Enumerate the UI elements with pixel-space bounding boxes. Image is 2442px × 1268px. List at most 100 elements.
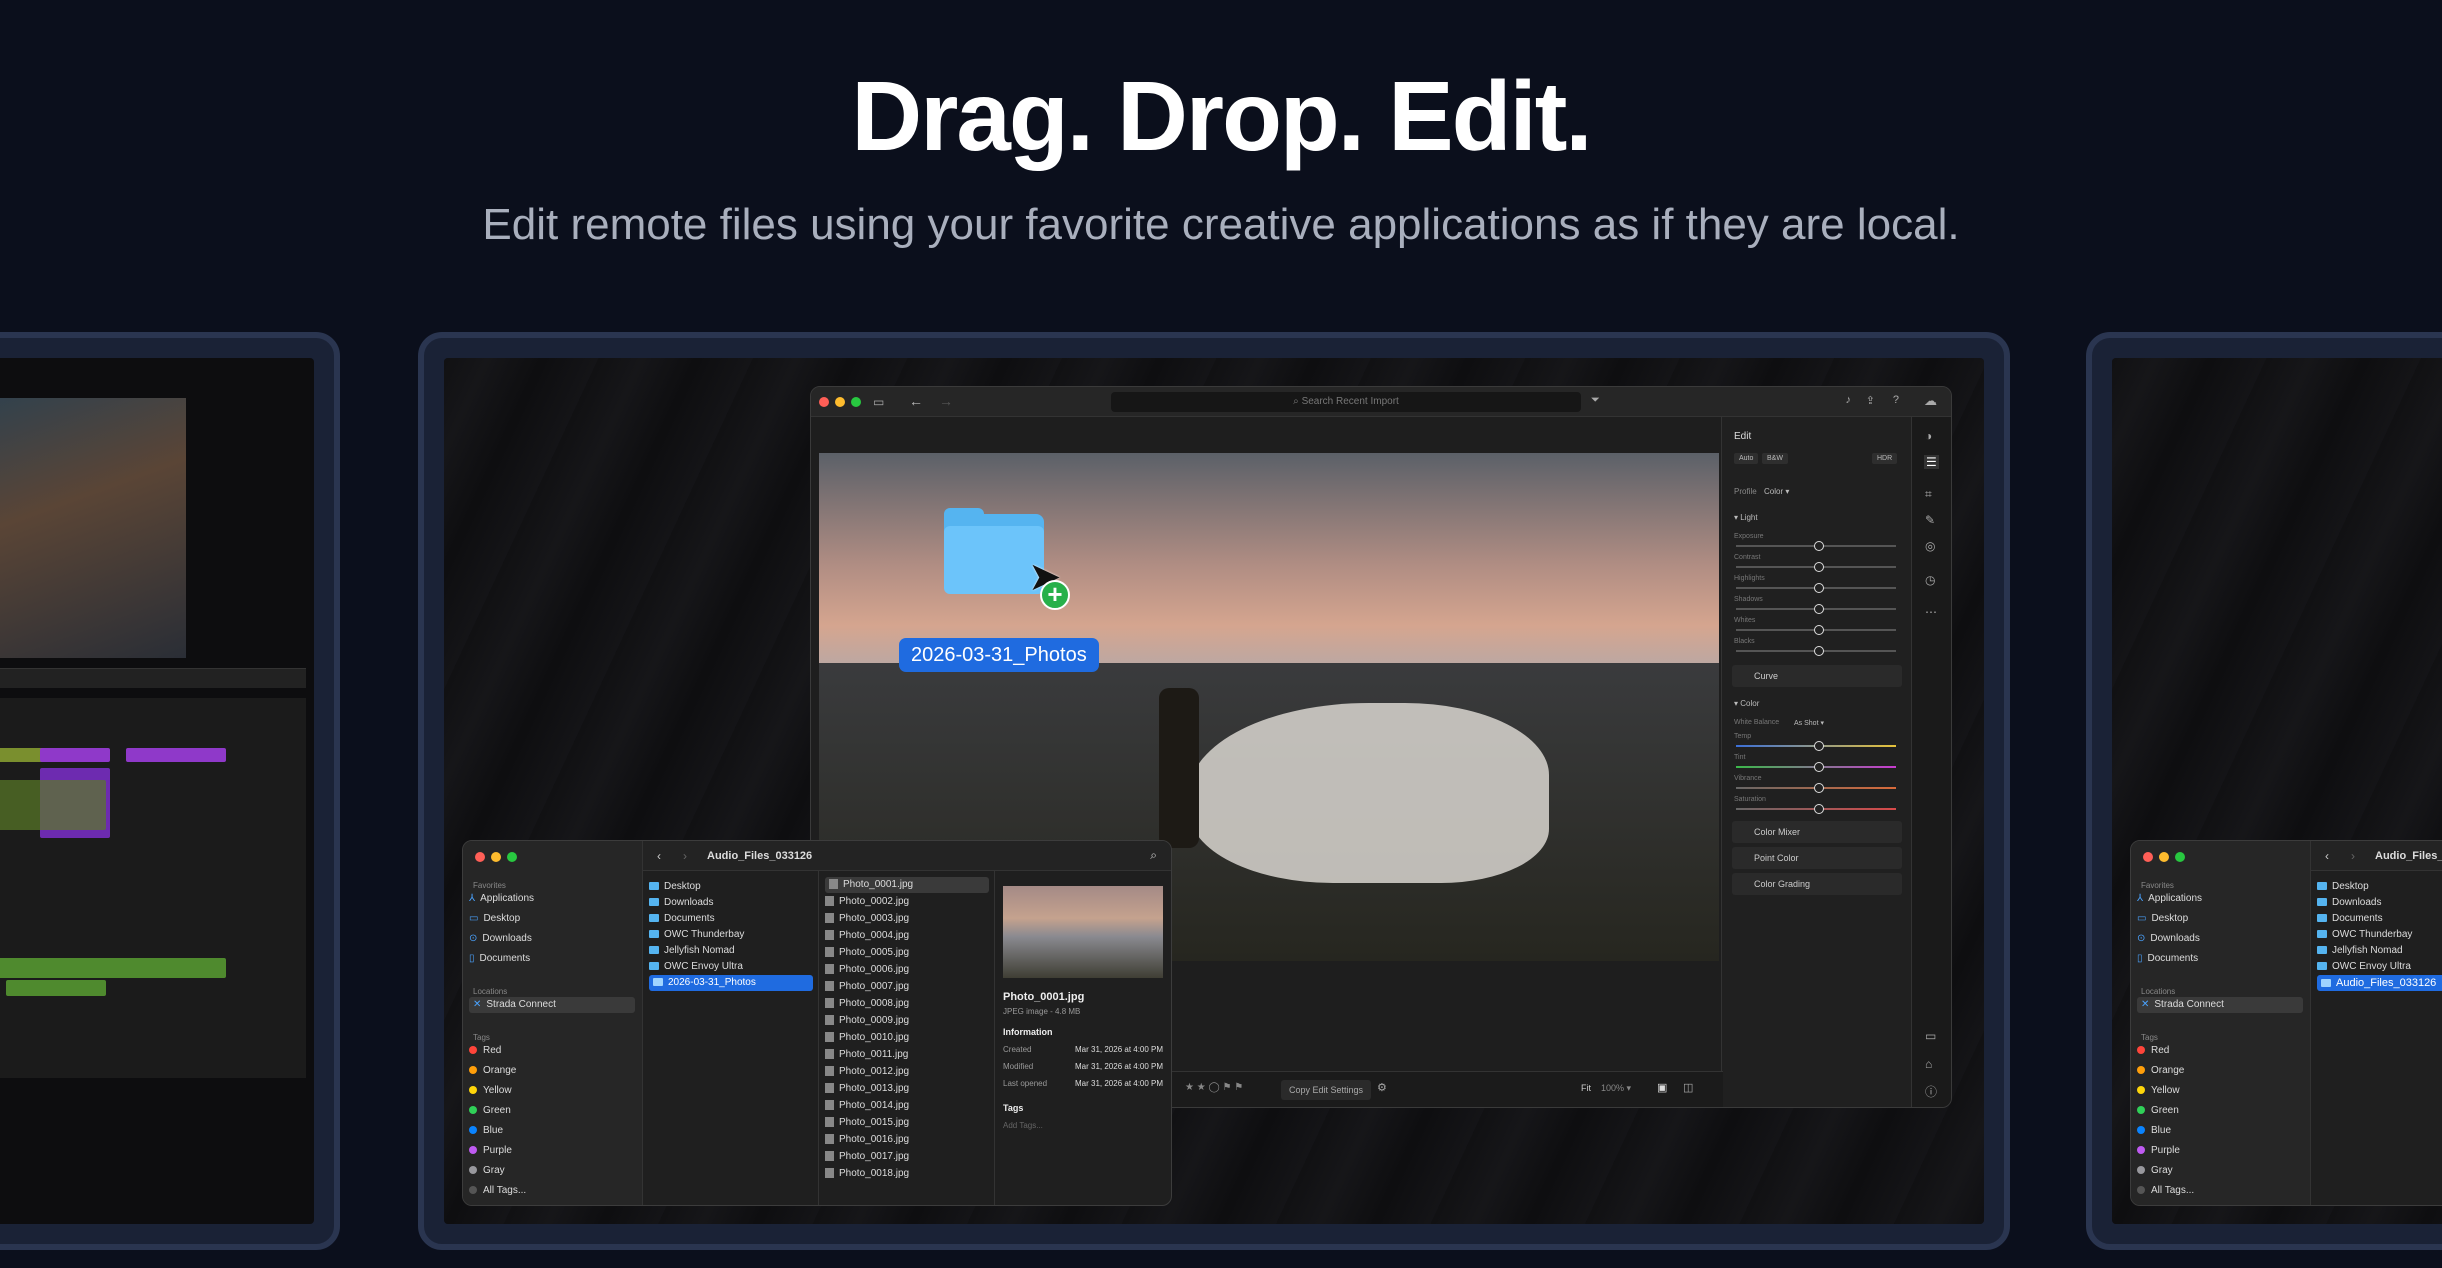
zoom-window-button[interactable] [507, 852, 517, 862]
white-balance-select[interactable]: As Shot ▾ [1794, 719, 1824, 727]
color-section-header[interactable]: ▾ Color [1734, 699, 1759, 708]
curve-panel-button[interactable]: Curve [1732, 665, 1902, 687]
sidebar-toggle-icon[interactable]: ▭ [873, 395, 884, 409]
settings-gear-icon[interactable]: ⚙ [1377, 1081, 1387, 1094]
file-item[interactable]: Photo_0016.jpg [825, 1132, 909, 1148]
carousel-slide-next[interactable]: Favorites ⅄ Applications ▭ Desktop ⊙ Downlo… [2086, 332, 2442, 1250]
slider-knob[interactable] [1814, 604, 1824, 614]
zoom-window-button[interactable] [851, 397, 861, 407]
file-item[interactable]: Photo_0004.jpg [825, 928, 909, 944]
tag-gray[interactable]: Gray [2137, 1163, 2173, 1179]
slider-knob[interactable] [1814, 541, 1824, 551]
tag-all[interactable]: All Tags... [469, 1183, 526, 1199]
folder-item[interactable]: Documents [649, 911, 715, 927]
tag-blue[interactable]: Blue [2137, 1123, 2171, 1139]
timeline-clip[interactable] [0, 780, 106, 830]
close-window-button[interactable] [819, 397, 829, 407]
filter-icon[interactable]: ⏷ [1591, 394, 1600, 407]
folder-item[interactable]: OWC Envoy Ultra [2317, 959, 2411, 975]
tag-yellow[interactable]: Yellow [469, 1083, 512, 1099]
compare-view-icon[interactable]: ◫ [1683, 1081, 1693, 1094]
add-tags-input[interactable]: Add Tags... [1003, 1121, 1043, 1130]
file-item[interactable]: Photo_0009.jpg [825, 1013, 909, 1029]
point-color-button[interactable]: Point Color [1732, 847, 1902, 869]
minimize-window-button[interactable] [491, 852, 501, 862]
forward-chevron-icon[interactable]: › [683, 849, 687, 863]
temp-slider[interactable] [1736, 741, 1896, 751]
sidebar-item-strada-connect[interactable]: ✕ Strada Connect [2137, 997, 2303, 1013]
whites-slider[interactable] [1736, 625, 1896, 635]
folder-item[interactable]: Downloads [2317, 895, 2381, 911]
tag-green[interactable]: Green [469, 1103, 511, 1119]
zoom-window-button[interactable] [2175, 852, 2185, 862]
tag-red[interactable]: Red [469, 1043, 501, 1059]
close-window-button[interactable] [2143, 852, 2153, 862]
comment-icon[interactable]: ▭ [1925, 1029, 1936, 1043]
folder-item[interactable]: OWC Envoy Ultra [649, 959, 743, 975]
saturation-slider[interactable] [1736, 804, 1896, 814]
sidebar-item-documents[interactable]: ▯ Documents [2137, 951, 2198, 967]
tag-orange[interactable]: Orange [2137, 1063, 2184, 1079]
slider-knob[interactable] [1814, 804, 1824, 814]
bell-icon[interactable]: ♪ [1846, 394, 1852, 406]
tag-icon[interactable]: ⌂ [1925, 1057, 1932, 1071]
audio-clip[interactable] [0, 958, 226, 978]
copy-edit-settings-button[interactable]: Copy Edit Settings [1281, 1080, 1372, 1100]
carousel-slide-previous[interactable] [0, 332, 340, 1250]
back-arrow-icon[interactable]: ← [909, 393, 923, 409]
tint-slider[interactable] [1736, 762, 1896, 772]
info-icon[interactable]: ⓘ [1925, 1083, 1937, 1100]
file-item[interactable]: Photo_0013.jpg [825, 1081, 909, 1097]
slider-knob[interactable] [1814, 741, 1824, 751]
slider-knob[interactable] [1814, 783, 1824, 793]
folder-item[interactable]: Desktop [649, 879, 701, 895]
edit-sliders-icon[interactable]: ☰ [1924, 455, 1939, 469]
slider-knob[interactable] [1814, 562, 1824, 572]
forward-arrow-icon[interactable]: → [939, 393, 953, 409]
sidebar-item-applications[interactable]: ⅄ Applications [2137, 891, 2202, 907]
sidebar-item-desktop[interactable]: ▭ Desktop [469, 911, 520, 927]
tag-purple[interactable]: Purple [469, 1143, 512, 1159]
highlights-slider[interactable] [1736, 583, 1896, 593]
back-chevron-icon[interactable]: ‹ [657, 849, 661, 863]
search-icon[interactable]: ⌕ [1150, 848, 1157, 863]
close-window-button[interactable] [475, 852, 485, 862]
folder-item[interactable]: OWC Thunderbay [2317, 927, 2412, 943]
light-section-header[interactable]: ▾ Light [1734, 513, 1758, 522]
back-chevron-icon[interactable]: ‹ [2325, 849, 2329, 863]
tag-red[interactable]: Red [2137, 1043, 2169, 1059]
zoom-select[interactable]: 100% ▾ [1601, 1083, 1631, 1094]
tag-blue[interactable]: Blue [469, 1123, 503, 1139]
minimize-window-button[interactable] [835, 397, 845, 407]
file-item[interactable]: Photo_0006.jpg [825, 962, 909, 978]
masking-icon[interactable]: ◎ [1925, 539, 1935, 553]
slider-knob[interactable] [1814, 646, 1824, 656]
folder-item-selected[interactable]: 2026-03-31_Photos [649, 975, 813, 991]
audio-clip[interactable] [6, 980, 106, 996]
hdr-button[interactable]: HDR [1872, 453, 1898, 464]
file-item[interactable]: Photo_0003.jpg [825, 911, 909, 927]
folder-item[interactable]: Jellyfish Nomad [649, 943, 735, 959]
file-item[interactable]: Photo_0017.jpg [825, 1149, 909, 1165]
folder-item-selected[interactable]: Audio_Files_033126 [2317, 975, 2442, 991]
tag-yellow[interactable]: Yellow [2137, 1083, 2180, 1099]
contrast-slider[interactable] [1736, 562, 1896, 572]
color-mixer-button[interactable]: Color Mixer [1732, 821, 1902, 843]
sidebar-item-applications[interactable]: ⅄ Applications [469, 891, 534, 907]
file-item[interactable]: Photo_0005.jpg [825, 945, 909, 961]
share-icon[interactable]: ⇪ [1866, 394, 1875, 407]
blacks-slider[interactable] [1736, 646, 1896, 656]
folder-item[interactable]: OWC Thunderbay [649, 927, 744, 943]
grid-view-icon[interactable]: ▣ [1657, 1081, 1667, 1094]
help-icon[interactable]: ? [1893, 394, 1899, 406]
search-input[interactable]: ⌕ Search Recent Import [1111, 392, 1581, 412]
folder-item[interactable]: Downloads [649, 895, 713, 911]
timeline[interactable] [0, 698, 306, 1078]
sidebar-item-documents[interactable]: ▯ Documents [469, 951, 530, 967]
more-icon[interactable]: ⋯ [1925, 605, 1937, 619]
file-item[interactable]: Photo_0015.jpg [825, 1115, 909, 1131]
auto-button[interactable]: Auto [1734, 453, 1759, 464]
minimize-window-button[interactable] [2159, 852, 2169, 862]
file-item[interactable]: Photo_0011.jpg [825, 1047, 908, 1063]
tag-green[interactable]: Green [2137, 1103, 2179, 1119]
